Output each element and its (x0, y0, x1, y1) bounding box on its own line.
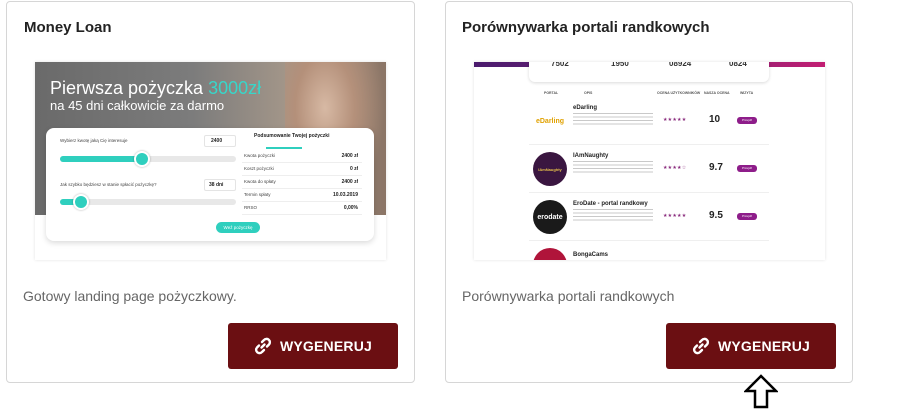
preview-row: IAmNaughty IAmNaughty ★★★★☆ 9.7 Przejdź (529, 146, 769, 193)
card-description: Gotowy landing page pożyczkowy. (23, 288, 237, 304)
column-header: OPIS (584, 91, 593, 95)
visit-button: Przejdź (737, 213, 757, 220)
summary-row: Termin spłaty 10.03.2019 (242, 189, 362, 202)
column-header: NASZA OCENA (704, 91, 730, 95)
stat-value: 7502 (551, 62, 569, 68)
summary-row: Koszt pożyczki 0 zł (242, 163, 362, 176)
preview-row: BongaCams (529, 242, 769, 260)
portal-name: eDarling (573, 105, 598, 111)
slider1-value: 2400 (211, 138, 223, 144)
portal-name: IAmNaughty (573, 153, 609, 159)
score: 9.5 (709, 210, 723, 221)
preview-row: erodate EroDate - portal randkowy ★★★★★ … (529, 194, 769, 241)
rating-stars: ★★★★☆ (663, 165, 687, 171)
preview-cta: Weź pożyczkę (216, 222, 260, 233)
template-preview-image[interactable]: 7502 1950 08924 0824 PORTAL OPIS OCENA U… (474, 62, 825, 260)
arrow-up-cursor-icon (742, 374, 780, 409)
link-icon (254, 337, 272, 355)
generate-button-label: WYGENERUJ (279, 338, 373, 354)
template-card-dating-comparison: Porównywarka portali randkowych 7502 195… (445, 1, 853, 383)
template-card-money-loan: Money Loan Pierwsza pożyczka 3000zł na 4… (6, 1, 415, 383)
summary-row: Kwota pożyczki 2400 zł (242, 150, 362, 163)
portal-logo: IAmNaughty (533, 152, 567, 186)
card-description: Porównywarka portali randkowych (462, 288, 675, 304)
generate-button-label: WYGENERUJ (717, 338, 811, 354)
slider2-value: 38 dni (209, 182, 224, 188)
preview-headline: Pierwsza pożyczka 3000zł (50, 78, 262, 98)
preview-row: eDarling eDarling ★★★★★ 10 Przejdź (529, 98, 769, 145)
portal-description (573, 209, 653, 223)
card-title: Porównywarka portali randkowych (462, 19, 710, 36)
column-header: PORTAL (544, 91, 559, 95)
summary-title-underline (266, 147, 302, 149)
slider1-knob (134, 151, 150, 167)
stat-value: 1950 (611, 62, 629, 68)
portal-description (573, 161, 653, 175)
summary-title: Podsumowanie Twojej pożyczki (254, 133, 330, 139)
score: 10 (709, 114, 721, 125)
slider1-label: Wybierz kwotę jaką Cię interesuje (60, 138, 128, 143)
stat-value: 0824 (729, 62, 747, 68)
template-preview-image[interactable]: Pierwsza pożyczka 3000zł na 45 dni całko… (35, 62, 386, 260)
generate-button[interactable]: WYGENERUJ (228, 323, 398, 369)
preview-subheadline: na 45 dni całkowicie za darmo (50, 98, 225, 113)
slider2-knob (73, 194, 89, 210)
slider1-fill (60, 156, 140, 162)
rating-stars: ★★★★★ (663, 213, 687, 219)
portal-name: EroDate - portal randkowy (573, 201, 648, 207)
summary-row: Kwota do spłaty 2400 zł (242, 176, 362, 189)
preview-stats-bar: 7502 1950 08924 0824 (529, 62, 769, 82)
rating-stars: ★★★★★ (663, 117, 687, 123)
portal-description (573, 113, 653, 127)
column-header: OCENA UŻYTKOWNIKÓW (657, 91, 701, 95)
score: 9.7 (709, 162, 723, 173)
portal-logo: eDarling (533, 104, 567, 138)
generate-button[interactable]: WYGENERUJ (666, 323, 836, 369)
card-title: Money Loan (24, 19, 112, 36)
stat-value: 08924 (669, 62, 692, 68)
portal-logo: erodate (533, 200, 567, 234)
summary-row: RRSO 0,00% (242, 202, 362, 215)
link-icon (692, 337, 710, 355)
visit-button: Przejdź (737, 165, 757, 172)
portal-name: BongaCams (573, 252, 609, 258)
visit-button: Przejdź (737, 117, 757, 124)
column-header: WIZYTA (740, 91, 754, 95)
slider2-label: Jak szybko będziesz w stanie spłacić poż… (60, 182, 157, 187)
preview-calculator: Wybierz kwotę jaką Cię interesuje 2400 J… (46, 128, 374, 241)
portal-logo (533, 248, 567, 260)
